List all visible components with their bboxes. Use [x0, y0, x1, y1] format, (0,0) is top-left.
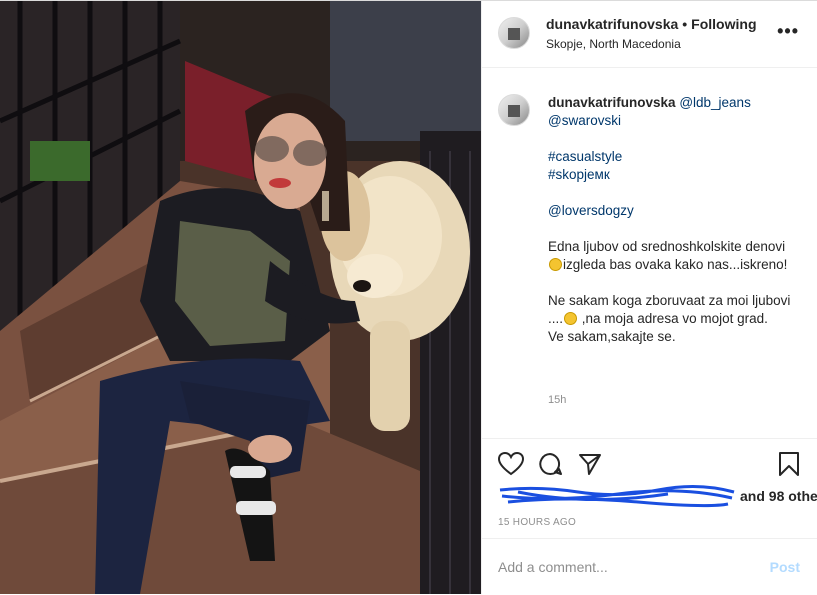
- mention-link[interactable]: @loversdogzy: [548, 203, 634, 218]
- hashtag-link[interactable]: #casualstyle: [548, 149, 622, 164]
- avatar[interactable]: [498, 17, 530, 49]
- save-bookmark-icon[interactable]: [778, 452, 800, 476]
- comment-box: Add a comment... Post: [482, 538, 817, 595]
- action-bar: and 98 others 15 HOURS AGO: [482, 438, 817, 528]
- location-link[interactable]: Skopje, North Macedonia: [546, 37, 681, 51]
- comment-input[interactable]: Add a comment...: [498, 559, 608, 575]
- hashtag-link[interactable]: #skopjeмк: [548, 167, 610, 182]
- post-photo[interactable]: [0, 1, 481, 594]
- caption: dunavkatrifunovska @ldb_jeans @swarovski …: [548, 94, 798, 364]
- caption-text: Edna ljubov od srednoshkolskite denovi: [548, 239, 786, 254]
- like-heart-icon[interactable]: [498, 452, 524, 476]
- emoji-icon: [549, 258, 562, 271]
- post-header: dunavkatrifunovska • Following Skopje, Nor…: [482, 1, 817, 68]
- caption-avatar[interactable]: [498, 94, 530, 126]
- caption-text: Ve sakam,sakajte se.: [548, 329, 676, 344]
- header-username[interactable]: dunavkatrifunovska: [546, 16, 678, 32]
- header-user-line: dunavkatrifunovska • Following: [546, 16, 757, 32]
- likes-count[interactable]: and 98 others: [740, 488, 817, 504]
- post-dialog: dunavkatrifunovska • Following Skopje, Nor…: [0, 0, 817, 594]
- share-icon[interactable]: [578, 452, 602, 476]
- caption-text: izgleda bas ovaka kako nas...iskreno!: [563, 257, 788, 272]
- redaction-scribble: [499, 484, 735, 508]
- mention-link[interactable]: @ldb_jeans: [679, 95, 751, 110]
- caption-text: ,na moja adresa vo mojot grad.: [578, 311, 768, 326]
- post-sidebar: dunavkatrifunovska • Following Skopje, Nor…: [481, 1, 817, 594]
- post-time[interactable]: 15 HOURS AGO: [498, 517, 576, 528]
- post-comment-button[interactable]: Post: [770, 559, 800, 575]
- caption-username[interactable]: dunavkatrifunovska: [548, 95, 676, 110]
- mention-link[interactable]: @swarovski: [548, 113, 621, 128]
- header-dot: •: [682, 16, 688, 32]
- comments-area[interactable]: dunavkatrifunovska @ldb_jeans @swarovski …: [482, 68, 817, 438]
- more-options-icon[interactable]: •••: [777, 21, 799, 42]
- following-button[interactable]: Following: [691, 16, 756, 32]
- comment-timestamp[interactable]: 15h: [548, 394, 566, 406]
- comment-icon[interactable]: [538, 452, 562, 476]
- emoji-icon: [564, 312, 578, 325]
